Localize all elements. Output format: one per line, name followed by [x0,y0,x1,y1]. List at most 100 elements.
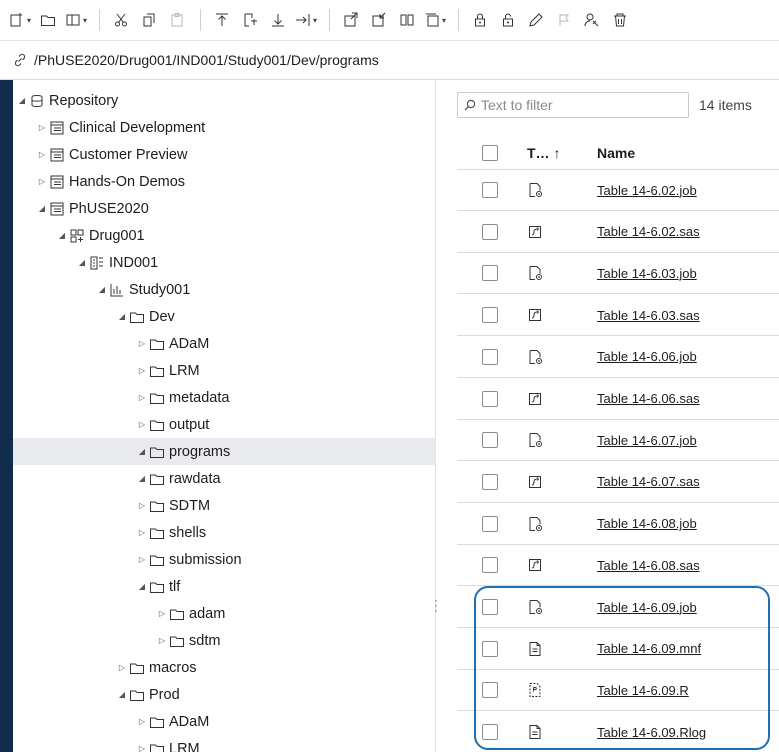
tree-node[interactable]: ◢ Drug001 [13,222,435,249]
tree-node[interactable]: ▷ LRM [13,735,435,752]
file-name-link[interactable]: Table 14-6.09.Rlog [597,725,706,740]
collapsed-arrow-icon[interactable]: ▷ [37,177,47,186]
tree-node[interactable]: ▷ sdtm [13,627,435,654]
collapsed-arrow-icon[interactable]: ▷ [137,555,147,564]
lock-button[interactable] [469,8,491,32]
pane-splitter[interactable]: · · · [434,80,447,752]
caret-down-icon[interactable]: ▾ [83,16,87,25]
tree-node[interactable]: ▷ adam [13,600,435,627]
file-name-link[interactable]: Table 14-6.08.sas [597,558,700,573]
column-header-type[interactable]: T… ↑ [527,145,597,161]
row-checkbox[interactable] [482,515,498,532]
compare-button[interactable] [396,8,418,32]
list-item[interactable]: Table 14-6.02.job [457,170,779,211]
tree-node[interactable]: ◢ Repository [13,87,435,114]
expanded-arrow-icon[interactable]: ◢ [117,690,127,699]
splitter-grip-icon[interactable]: · · · [434,594,438,616]
tree-node[interactable]: ▷ SDTM [13,492,435,519]
collapsed-arrow-icon[interactable]: ▷ [137,717,147,726]
list-item[interactable]: Table 14-6.09.job [457,587,779,628]
tree-node[interactable]: ▷ ADaM [13,330,435,357]
tree-node[interactable]: ▷ LRM [13,357,435,384]
row-checkbox[interactable] [482,432,498,449]
tree-node[interactable]: ◢ programs [13,438,435,465]
permissions-button[interactable] [581,8,603,32]
collapsed-arrow-icon[interactable]: ▷ [137,528,147,537]
list-item[interactable]: Table 14-6.03.sas [457,295,779,337]
file-name-link[interactable]: Table 14-6.02.job [597,183,697,198]
row-checkbox[interactable] [482,348,498,365]
file-name-link[interactable]: Table 14-6.09.mnf [597,641,701,656]
tree-node[interactable]: ▷ Hands-On Demos [13,168,435,195]
file-name-link[interactable]: Table 14-6.07.job [597,433,697,448]
tree-node[interactable]: ◢ tlf [13,573,435,600]
file-name-link[interactable]: Table 14-6.08.job [597,516,697,531]
tree-node[interactable]: ▷ macros [13,654,435,681]
collapsed-arrow-icon[interactable]: ▷ [137,393,147,402]
tree-node[interactable]: ▷ output [13,411,435,438]
row-checkbox[interactable] [482,724,498,741]
expanded-arrow-icon[interactable]: ◢ [137,474,147,483]
checkin-button[interactable] [368,8,390,32]
tree-node[interactable]: ◢ IND001 [13,249,435,276]
row-checkbox[interactable] [482,265,498,282]
tree-node[interactable]: ◢ Dev [13,303,435,330]
column-header-name[interactable]: Name [597,145,635,161]
list-item[interactable]: Table 14-6.09.Rlog [457,712,779,752]
tree-node[interactable]: ◢ PhUSE2020 [13,195,435,222]
list-item[interactable]: Table 14-6.07.sas [457,462,779,503]
panel-view-button[interactable]: ▾ [65,8,87,32]
tree-node[interactable]: ▷ Customer Preview [13,141,435,168]
expanded-arrow-icon[interactable]: ◢ [137,447,147,456]
collapsed-arrow-icon[interactable]: ▷ [117,663,127,672]
row-checkbox[interactable] [482,557,498,574]
collapsed-arrow-icon[interactable]: ▷ [137,366,147,375]
row-checkbox[interactable] [482,599,498,615]
row-checkbox[interactable] [482,223,498,240]
tree-node[interactable]: ◢ Prod [13,681,435,708]
tree-node[interactable]: ▷ metadata [13,384,435,411]
row-checkbox[interactable] [482,307,498,324]
cut-button[interactable] [110,8,132,32]
expanded-arrow-icon[interactable]: ◢ [77,258,87,267]
filter-field[interactable] [457,92,689,118]
import-button[interactable] [239,8,261,32]
file-name-link[interactable]: Table 14-6.03.job [597,266,697,281]
expanded-arrow-icon[interactable]: ◢ [37,204,47,213]
expanded-arrow-icon[interactable]: ◢ [117,312,127,321]
export-button[interactable]: ▾ [295,8,317,32]
row-checkbox[interactable] [482,390,498,407]
collapsed-arrow-icon[interactable]: ▷ [37,150,47,159]
download-button[interactable] [267,8,289,32]
filter-input[interactable] [481,97,681,113]
list-item[interactable]: Table 14-6.07.job [457,420,779,462]
file-name-link[interactable]: Table 14-6.06.job [597,349,697,364]
expanded-arrow-icon[interactable]: ◢ [17,96,27,105]
caret-down-icon[interactable]: ▾ [27,16,31,25]
row-checkbox[interactable] [482,682,498,699]
list-item[interactable]: Table 14-6.08.job [457,504,779,545]
delete-button[interactable] [609,8,631,32]
row-checkbox[interactable] [482,473,498,490]
expanded-arrow-icon[interactable]: ◢ [97,285,107,294]
list-item[interactable]: Table 14-6.02.sas [457,212,779,253]
list-item[interactable]: Table 14-6.09.R [457,670,779,712]
collapsed-arrow-icon[interactable]: ▷ [137,501,147,510]
row-checkbox[interactable] [482,640,498,657]
file-name-link[interactable]: Table 14-6.09.job [597,600,697,615]
edit-button[interactable] [525,8,547,32]
tree-node[interactable]: ◢ Study001 [13,276,435,303]
collapsed-arrow-icon[interactable]: ▷ [137,744,147,752]
list-item[interactable]: Table 14-6.06.sas [457,379,779,420]
caret-down-icon[interactable]: ▾ [313,16,317,25]
tree-node[interactable]: ▷ Clinical Development [13,114,435,141]
list-item[interactable]: Table 14-6.03.job [457,253,779,295]
folder-button[interactable] [37,8,59,32]
collapsed-arrow-icon[interactable]: ▷ [37,123,47,132]
collapsed-arrow-icon[interactable]: ▷ [137,339,147,348]
file-name-link[interactable]: Table 14-6.09.R [597,683,689,698]
new-item-button[interactable]: ▾ [9,8,31,32]
file-name-link[interactable]: Table 14-6.02.sas [597,224,700,239]
row-checkbox[interactable] [482,182,498,198]
checkout-button[interactable] [340,8,362,32]
